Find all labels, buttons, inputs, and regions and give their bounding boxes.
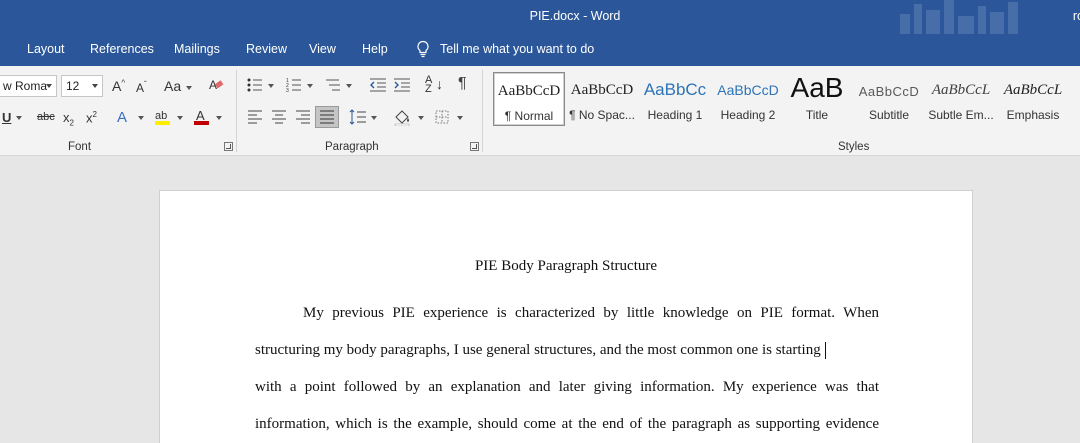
style-name: Subtitle xyxy=(868,108,910,122)
increase-indent-icon[interactable] xyxy=(393,77,411,93)
multilevel-dropdown[interactable] xyxy=(346,84,352,88)
highlight-dropdown[interactable] xyxy=(177,116,183,120)
paragraph-line-text: structuring my body paragraphs, I use ge… xyxy=(255,342,821,358)
sort-icon[interactable]: AZ xyxy=(425,75,432,95)
style-name: ¶ No Spac... xyxy=(569,108,635,122)
text-cursor xyxy=(824,342,826,360)
tab-mailings[interactable]: Mailings xyxy=(174,42,220,56)
lightbulb-icon xyxy=(417,40,429,58)
font-color-dropdown[interactable] xyxy=(216,116,222,120)
decrease-indent-icon[interactable] xyxy=(369,77,387,93)
svg-text:3: 3 xyxy=(286,88,289,93)
style-sample: AaBbCcD xyxy=(858,84,920,99)
style-sample: AaBbCc xyxy=(643,80,707,99)
style-subtle-emphasis[interactable]: AaBbCcL Subtle Em... xyxy=(925,72,997,126)
style-sample: AaBbCcL xyxy=(931,82,991,98)
justify-icon xyxy=(320,110,334,124)
change-case-dropdown[interactable] xyxy=(186,86,192,90)
font-dialog-launcher[interactable] xyxy=(224,142,233,151)
font-size-select[interactable]: 12 xyxy=(61,75,103,97)
grow-font-icon[interactable]: A^ xyxy=(112,79,125,93)
window-title: PIE.docx - Word xyxy=(529,9,621,23)
tell-me-label: Tell me what you want to do xyxy=(440,42,595,56)
align-right-icon[interactable] xyxy=(295,110,311,124)
style-sample: AaBbCcL xyxy=(1003,82,1063,98)
style-sample: AaB xyxy=(790,72,844,103)
body-paragraph[interactable]: My previous PIE experience is characteri… xyxy=(255,295,879,443)
align-center-icon[interactable] xyxy=(271,110,287,124)
styles-group-label: Styles xyxy=(838,141,870,153)
svg-text:A: A xyxy=(196,108,205,123)
style-name: Heading 1 xyxy=(647,108,703,122)
style-no-spacing[interactable]: AaBbCcD ¶ No Spac... xyxy=(566,72,638,126)
svg-text:ab: ab xyxy=(155,110,167,122)
style-subtitle[interactable]: AaBbCcD Subtitle xyxy=(853,72,925,126)
borders-dropdown[interactable] xyxy=(457,116,463,120)
paragraph-dialog-launcher[interactable] xyxy=(470,142,479,151)
paragraph-line: with a point followed by an explanation … xyxy=(255,379,879,395)
text-effects-icon[interactable]: A xyxy=(117,110,127,125)
change-case-icon[interactable]: Aa xyxy=(164,79,181,93)
bullets-dropdown[interactable] xyxy=(268,84,274,88)
subscript-icon[interactable]: x2 xyxy=(63,111,74,128)
font-color-icon[interactable]: A xyxy=(193,108,211,126)
user-account[interactable]: ro xyxy=(1073,9,1080,23)
underline-icon[interactable]: U xyxy=(2,111,11,124)
group-divider xyxy=(482,70,483,152)
underline-dropdown[interactable] xyxy=(16,116,22,120)
tab-view[interactable]: View xyxy=(309,42,336,56)
style-emphasis[interactable]: AaBbCcL Emphasis xyxy=(997,72,1069,126)
superscript-icon[interactable]: x2 xyxy=(86,111,97,125)
paragraph-line: structuring my body paragraphs, I use ge… xyxy=(255,332,879,369)
paragraph-group-label: Paragraph xyxy=(325,141,379,153)
style-normal[interactable]: AaBbCcD ¶ Normal xyxy=(493,72,565,126)
justify-button[interactable] xyxy=(315,106,339,128)
document-title: PIE Body Paragraph Structure xyxy=(474,258,658,274)
numbering-dropdown[interactable] xyxy=(307,84,313,88)
style-sample: AaBbCcD xyxy=(570,82,634,98)
strikethrough-icon[interactable]: abc xyxy=(37,112,55,123)
style-name: Subtle Em... xyxy=(928,108,994,122)
sort-arrow-icon: ↓ xyxy=(436,76,443,92)
tab-layout[interactable]: Layout xyxy=(27,42,65,56)
style-title[interactable]: AaB Title xyxy=(781,72,853,126)
show-formatting-icon[interactable]: ¶ xyxy=(458,76,467,92)
style-name: Heading 2 xyxy=(720,108,776,122)
paragraph-line: information, which is the example, shoul… xyxy=(255,416,879,432)
paragraph-line: My previous PIE experience is characteri… xyxy=(303,305,879,321)
style-name: Emphasis xyxy=(1006,108,1060,122)
shrink-font-icon[interactable]: Aˇ xyxy=(136,81,147,95)
font-group-label: Font xyxy=(68,141,92,153)
text-effects-dropdown[interactable] xyxy=(138,116,144,120)
multilevel-list-icon[interactable] xyxy=(325,77,341,93)
style-heading-2[interactable]: AaBbCcD Heading 2 xyxy=(712,72,784,126)
tab-help[interactable]: Help xyxy=(362,42,388,56)
style-sample: AaBbCcD xyxy=(497,83,561,99)
line-spacing-dropdown[interactable] xyxy=(371,116,377,120)
style-sample: AaBbCcD xyxy=(717,82,779,98)
title-bar: PIE.docx - Word ro xyxy=(0,0,1080,34)
bullets-icon[interactable] xyxy=(247,77,263,93)
tell-me-search[interactable]: Tell me what you want to do xyxy=(415,40,594,58)
group-divider xyxy=(236,70,237,152)
style-name: Title xyxy=(805,108,829,122)
document-page[interactable]: PIE Body Paragraph Structure My previous… xyxy=(159,190,973,443)
shading-dropdown[interactable] xyxy=(418,116,424,120)
borders-icon[interactable] xyxy=(435,110,449,124)
font-size-value: 12 xyxy=(66,79,80,93)
numbering-icon[interactable]: 1 2 3 xyxy=(286,77,302,93)
style-name: ¶ Normal xyxy=(504,109,554,123)
font-name-select[interactable]: w Roma xyxy=(0,75,57,97)
align-left-icon[interactable] xyxy=(247,110,263,124)
shading-icon[interactable] xyxy=(393,108,413,126)
tab-review[interactable]: Review xyxy=(246,42,287,56)
ribbon-tabs: Layout References Mailings Review View H… xyxy=(0,34,1080,66)
line-spacing-icon[interactable] xyxy=(349,109,367,125)
clear-formatting-icon[interactable]: A xyxy=(208,77,224,93)
ribbon: w Roma 12 A^ Aˇ Aa A U abc x2 x2 A ab A … xyxy=(0,66,1080,156)
tab-references[interactable]: References xyxy=(90,42,154,56)
style-heading-1[interactable]: AaBbCc Heading 1 xyxy=(639,72,711,126)
highlight-color-icon[interactable]: ab xyxy=(154,108,172,126)
font-name-value: w Roma xyxy=(3,79,48,93)
